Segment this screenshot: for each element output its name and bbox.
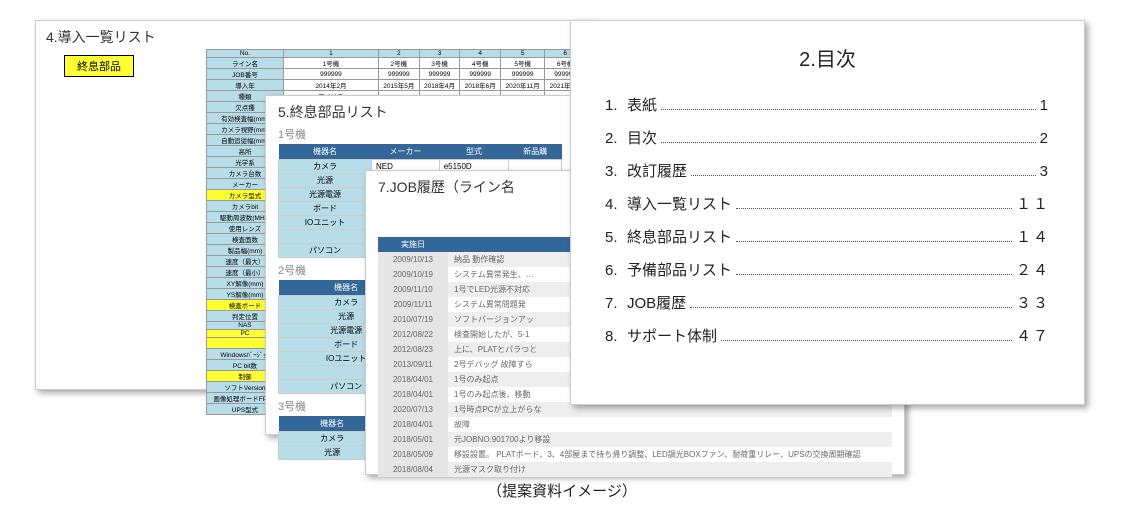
page-2-toc: 2.目次 1.表紙1 2.目次2 3.改訂履歴3 4.導入一覧リスト１１ 5.終息部品リ… xyxy=(570,20,1085,405)
toc-item: 8.サポート体制４７ xyxy=(605,325,1050,346)
page4-title: 4.導入一覧リスト xyxy=(46,27,584,47)
toc-item: 2.目次2 xyxy=(605,127,1050,148)
toc-item: 4.導入一覧リスト１１ xyxy=(605,193,1050,214)
toc-item: 7.JOB履歴３３ xyxy=(605,292,1050,313)
page5-title: 5.終息部品リスト xyxy=(278,102,562,122)
toc-list: 1.表紙1 2.目次2 3.改訂履歴3 4.導入一覧リスト１１ 5.終息部品リスト１４ 6… xyxy=(605,94,1050,346)
toc-item: 5.終息部品リスト１４ xyxy=(605,226,1050,247)
page2-title: 2.目次 xyxy=(605,43,1050,72)
toc-item: 6.予備部品リスト２４ xyxy=(605,259,1050,280)
toc-item: 3.改訂履歴3 xyxy=(605,160,1050,181)
caption: （提案資料イメージ） xyxy=(0,480,1124,501)
page4-badge: 終息部品 xyxy=(64,55,134,77)
toc-item: 1.表紙1 xyxy=(605,94,1050,115)
